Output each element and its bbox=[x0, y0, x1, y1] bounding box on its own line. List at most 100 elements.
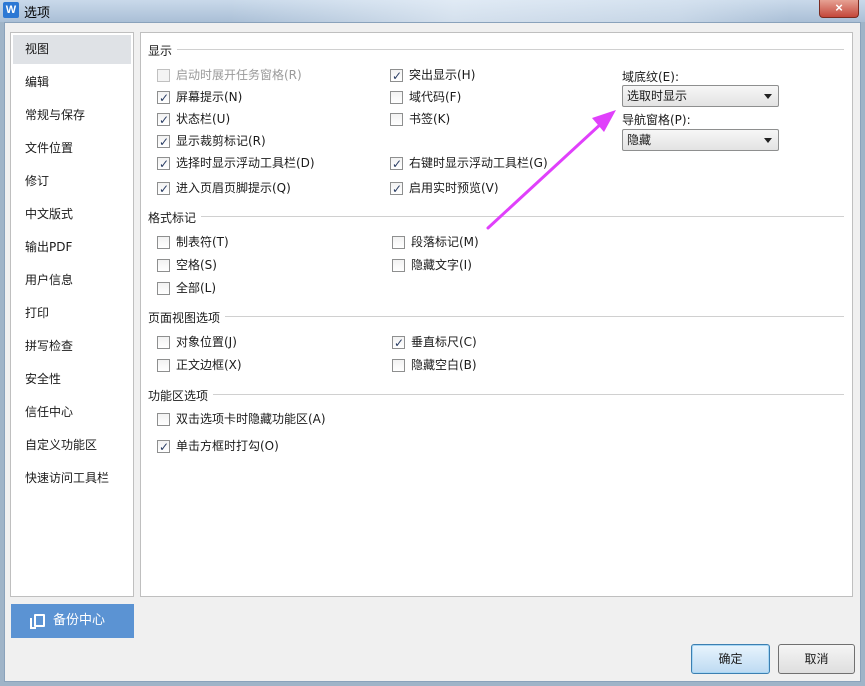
field-shading-select[interactable]: 选取时显示 bbox=[622, 85, 779, 107]
checkbox[interactable] bbox=[390, 91, 403, 104]
checkbox[interactable] bbox=[157, 69, 170, 82]
cancel-button[interactable]: 取消 bbox=[778, 644, 855, 674]
option-label: 隐藏空白(B) bbox=[411, 358, 477, 372]
checkbox[interactable] bbox=[157, 359, 170, 372]
window-title: 选项 bbox=[24, 6, 51, 21]
checkbox[interactable] bbox=[157, 155, 170, 173]
section-divider bbox=[201, 216, 844, 217]
section-title-page-view: 页面视图选项 bbox=[148, 309, 225, 326]
option-label: 单击方框时打勾(O) bbox=[176, 439, 279, 453]
section-divider bbox=[213, 394, 844, 395]
option-label: 状态栏(U) bbox=[176, 112, 231, 126]
option-vertical-ruler[interactable]: 垂直标尺(C) bbox=[392, 333, 477, 352]
sidebar-item-view[interactable]: 视图 bbox=[13, 35, 131, 64]
sidebar-item-trust-center[interactable]: 信任中心 bbox=[13, 398, 131, 427]
option-live-preview[interactable]: 启用实时预览(V) bbox=[390, 179, 499, 198]
backup-center-button[interactable]: 备份中心 bbox=[11, 604, 134, 638]
option-floating-toolbar-on-right-click[interactable]: 右键时显示浮动工具栏(G) bbox=[390, 154, 548, 173]
option-spaces[interactable]: 空格(S) bbox=[157, 256, 217, 274]
option-hidden-text[interactable]: 隐藏文字(I) bbox=[392, 256, 472, 274]
checkbox[interactable] bbox=[390, 155, 403, 173]
option-text-boundaries[interactable]: 正文边框(X) bbox=[157, 356, 242, 374]
option-double-click-hide-ribbon[interactable]: 双击选项卡时隐藏功能区(A) bbox=[157, 410, 326, 428]
checkbox[interactable] bbox=[157, 413, 170, 426]
option-highlight[interactable]: 突出显示(H) bbox=[390, 66, 476, 85]
option-label: 选择时显示浮动工具栏(D) bbox=[176, 156, 315, 170]
checkbox[interactable] bbox=[157, 89, 170, 107]
option-label: 段落标记(M) bbox=[411, 235, 479, 249]
sidebar-item-print[interactable]: 打印 bbox=[13, 299, 131, 328]
checkbox[interactable] bbox=[157, 180, 170, 198]
checkbox[interactable] bbox=[392, 359, 405, 372]
checkbox[interactable] bbox=[157, 336, 170, 349]
checkbox[interactable] bbox=[392, 334, 405, 352]
option-screen-tips[interactable]: 屏幕提示(N) bbox=[157, 88, 242, 107]
sidebar-item-security[interactable]: 安全性 bbox=[13, 365, 131, 394]
nav-pane-select[interactable]: 隐藏 bbox=[622, 129, 779, 151]
option-field-codes[interactable]: 域代码(F) bbox=[390, 88, 461, 106]
option-bookmarks[interactable]: 书签(K) bbox=[390, 110, 450, 128]
sidebar-item-user-info[interactable]: 用户信息 bbox=[13, 266, 131, 295]
option-floating-toolbar-on-select[interactable]: 选择时显示浮动工具栏(D) bbox=[157, 154, 315, 173]
option-object-position[interactable]: 对象位置(J) bbox=[157, 333, 237, 351]
checkbox[interactable] bbox=[390, 180, 403, 198]
checkbox[interactable] bbox=[390, 67, 403, 85]
option-label: 制表符(T) bbox=[176, 235, 229, 249]
option-header-footer-hint[interactable]: 进入页眉页脚提示(Q) bbox=[157, 179, 291, 198]
option-label: 隐藏文字(I) bbox=[411, 258, 472, 272]
sidebar-item-chinese-layout[interactable]: 中文版式 bbox=[13, 200, 131, 229]
options-panel: 显示 启动时展开任务窗格(R) 屏幕提示(N) 状态栏(U) 显示裁剪标记(R)… bbox=[140, 32, 853, 597]
option-crop-marks[interactable]: 显示裁剪标记(R) bbox=[157, 132, 266, 151]
sidebar-item-general-save[interactable]: 常规与保存 bbox=[13, 101, 131, 130]
ok-button[interactable]: 确定 bbox=[691, 644, 770, 674]
option-paragraph-marks[interactable]: 段落标记(M) bbox=[392, 233, 479, 251]
wps-app-icon: W bbox=[3, 2, 19, 18]
close-button[interactable]: × bbox=[819, 0, 859, 18]
option-label: 显示裁剪标记(R) bbox=[176, 134, 266, 148]
title-bar: W 选项 × bbox=[0, 0, 865, 22]
option-all-marks[interactable]: 全部(L) bbox=[157, 279, 216, 297]
option-label: 突出显示(H) bbox=[409, 68, 476, 82]
sidebar-item-file-location[interactable]: 文件位置 bbox=[13, 134, 131, 163]
sidebar-item-quick-access-toolbar[interactable]: 快速访问工具栏 bbox=[13, 464, 131, 493]
title-bar-background bbox=[230, 0, 790, 22]
backup-icon bbox=[30, 614, 45, 629]
option-label: 垂直标尺(C) bbox=[411, 335, 477, 349]
option-label: 域代码(F) bbox=[409, 90, 462, 104]
checkbox[interactable] bbox=[390, 113, 403, 126]
sidebar-item-spell-check[interactable]: 拼写检查 bbox=[13, 332, 131, 361]
sidebar-item-revision[interactable]: 修订 bbox=[13, 167, 131, 196]
option-expand-task-pane[interactable]: 启动时展开任务窗格(R) bbox=[157, 66, 302, 84]
sidebar-item-output-pdf[interactable]: 输出PDF bbox=[13, 233, 131, 262]
section-title-ribbon: 功能区选项 bbox=[148, 387, 213, 404]
options-dialog: 视图 编辑 常规与保存 文件位置 修订 中文版式 输出PDF 用户信息 打印 拼… bbox=[4, 22, 861, 682]
nav-pane-value: 隐藏 bbox=[627, 133, 652, 147]
section-title-display: 显示 bbox=[148, 42, 177, 59]
option-tab-chars[interactable]: 制表符(T) bbox=[157, 233, 229, 251]
option-status-bar[interactable]: 状态栏(U) bbox=[157, 110, 231, 129]
checkbox[interactable] bbox=[392, 236, 405, 249]
checkbox[interactable] bbox=[157, 111, 170, 129]
option-label: 进入页眉页脚提示(Q) bbox=[176, 181, 291, 195]
checkbox[interactable] bbox=[157, 236, 170, 249]
option-label: 右键时显示浮动工具栏(G) bbox=[409, 156, 548, 170]
category-sidebar: 视图 编辑 常规与保存 文件位置 修订 中文版式 输出PDF 用户信息 打印 拼… bbox=[10, 32, 134, 597]
checkbox[interactable] bbox=[157, 438, 170, 456]
sidebar-item-edit[interactable]: 编辑 bbox=[13, 68, 131, 97]
option-label: 正文边框(X) bbox=[176, 358, 242, 372]
checkbox[interactable] bbox=[157, 133, 170, 151]
section-divider bbox=[225, 316, 844, 317]
nav-pane-label: 导航窗格(P): bbox=[622, 113, 691, 127]
section-title-format-marks: 格式标记 bbox=[148, 209, 201, 226]
backup-center-label: 备份中心 bbox=[53, 613, 106, 628]
sidebar-item-customize-ribbon[interactable]: 自定义功能区 bbox=[13, 431, 131, 460]
field-shading-label: 域底纹(E): bbox=[622, 70, 679, 84]
option-click-box-to-check[interactable]: 单击方框时打勾(O) bbox=[157, 437, 279, 456]
option-label: 启动时展开任务窗格(R) bbox=[176, 68, 302, 82]
checkbox[interactable] bbox=[392, 259, 405, 272]
checkbox[interactable] bbox=[157, 282, 170, 295]
option-label: 双击选项卡时隐藏功能区(A) bbox=[176, 412, 326, 426]
checkbox[interactable] bbox=[157, 259, 170, 272]
option-label: 全部(L) bbox=[176, 281, 217, 295]
option-hide-white-space[interactable]: 隐藏空白(B) bbox=[392, 356, 477, 374]
